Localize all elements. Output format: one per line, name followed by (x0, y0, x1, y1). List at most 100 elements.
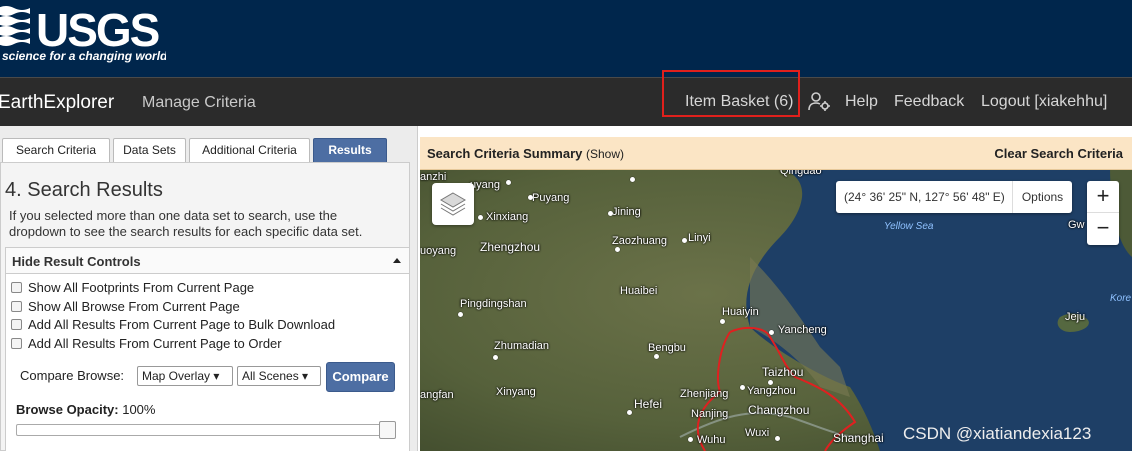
feedback-link[interactable]: Feedback (894, 93, 964, 111)
dropdown-arrow-icon: ▾ (302, 369, 309, 383)
app-title[interactable]: EarthExplorer (0, 92, 114, 114)
layers-button[interactable] (432, 183, 474, 225)
tab-results[interactable]: Results (313, 138, 387, 162)
tab-search-criteria[interactable]: Search Criteria (2, 138, 110, 162)
map-label: Linyi (688, 232, 711, 244)
city-dot (768, 380, 773, 385)
checkbox-label: Add All Results From Current Page to Bul… (28, 317, 336, 332)
add-order-checkbox[interactable]: Add All Results From Current Page to Ord… (11, 336, 282, 354)
summary-title-text: Search Criteria Summary (427, 146, 583, 161)
opacity-slider-handle[interactable] (379, 421, 396, 439)
city-dot (654, 354, 659, 359)
header-banner: USGS science for a changing world (0, 0, 1132, 77)
results-title: 4. Search Results (5, 179, 163, 201)
opacity-value: 100% (122, 402, 156, 417)
map-label: Xinxiang (486, 211, 529, 223)
options-button[interactable]: Options (1012, 181, 1072, 213)
checkbox-icon[interactable] (11, 338, 22, 349)
tab-additional-criteria[interactable]: Additional Criteria (189, 138, 310, 162)
city-dot (528, 195, 533, 200)
logout-link[interactable]: Logout [xiakehhu] (981, 93, 1107, 111)
map-label: Puyang (532, 192, 570, 204)
city-dot (720, 319, 725, 324)
sea-label: Yellow Sea (884, 221, 934, 232)
city-dot (478, 215, 483, 220)
manage-criteria-link[interactable]: Manage Criteria (142, 94, 256, 112)
map-label: Zhenjiang (680, 388, 729, 400)
city-dot (493, 355, 498, 360)
highlight-box (662, 70, 800, 117)
city-dot (775, 436, 780, 441)
map-label: Huaibei (620, 285, 658, 297)
results-pane: 4. Search Results If you selected more t… (0, 162, 410, 451)
city-dot (615, 247, 620, 252)
map-label: Gw (1068, 219, 1085, 231)
map-label: Zaozhuang (612, 235, 668, 247)
search-tabs: Search Criteria Data Sets Additional Cri… (0, 138, 418, 162)
caret-up-icon (393, 258, 401, 263)
city-dot (506, 180, 511, 185)
user-settings-icon[interactable] (808, 91, 832, 113)
scenes-select[interactable]: All Scenes ▾ (237, 366, 321, 386)
map-label: Huaiyin (722, 306, 759, 318)
top-navbar: EarthExplorer Manage Criteria Item Baske… (0, 77, 1132, 126)
show-browse-checkbox[interactable]: Show All Browse From Current Page (11, 299, 240, 317)
search-panel: Search Criteria Data Sets Additional Cri… (0, 126, 418, 451)
compare-button[interactable]: Compare (326, 362, 395, 392)
checkbox-label: Add All Results From Current Page to Ord… (28, 336, 282, 351)
opacity-slider-track[interactable] (16, 424, 396, 436)
result-controls: Hide Result Controls Show All Footprints… (5, 247, 410, 451)
search-criteria-summary-bar: Search Criteria Summary (Show) Clear Sea… (420, 137, 1132, 170)
help-link[interactable]: Help (845, 93, 878, 111)
clear-search-criteria-link[interactable]: Clear Search Criteria (994, 146, 1123, 161)
show-footprints-checkbox[interactable]: Show All Footprints From Current Page (11, 280, 254, 298)
layers-icon (440, 192, 466, 216)
usgs-logo[interactable]: USGS science for a changing world (0, 2, 166, 64)
map-label: Taizhou (762, 365, 804, 379)
map-label: Pingdingshan (460, 298, 527, 310)
map-label: uoyang (420, 245, 457, 257)
checkbox-icon[interactable] (11, 282, 22, 293)
map-label: Jeju (1065, 311, 1086, 323)
hide-result-controls-toggle[interactable]: Hide Result Controls (6, 248, 409, 274)
map-label: Shanghai (833, 431, 884, 445)
select-value: Map Overlay (142, 369, 211, 383)
add-bulk-download-checkbox[interactable]: Add All Results From Current Page to Bul… (11, 317, 335, 335)
map-label: angfan (420, 389, 454, 401)
map-label: Changzhou (748, 403, 810, 417)
opacity-label-text: Browse Opacity: (16, 402, 119, 417)
map-label: Zhengzhou (480, 240, 541, 254)
map-label: Hefei (634, 397, 663, 411)
tab-data-sets[interactable]: Data Sets (113, 138, 186, 162)
map-label: anzhi (420, 171, 447, 183)
checkbox-icon[interactable] (11, 319, 22, 330)
map-label: Yancheng (778, 324, 827, 336)
city-dot (688, 437, 693, 442)
controls-header-label: Hide Result Controls (12, 254, 141, 269)
watermark: CSDN @xiatiandexia123 (903, 424, 1092, 443)
map-label: uyang (470, 179, 500, 191)
map-label: Wuxi (745, 427, 770, 439)
coordinate-readout: (24° 36' 25" N, 127° 56' 48" E) Options (836, 181, 1072, 213)
map-label: Zhumadian (494, 340, 550, 352)
summary-show-link[interactable]: (Show) (586, 147, 624, 161)
svg-text:science for a changing world: science for a changing world (2, 49, 166, 63)
results-description: If you selected more than one data set t… (9, 208, 363, 239)
city-dot (740, 385, 745, 390)
map-label: Wuhu (697, 434, 726, 446)
city-dot (458, 312, 463, 317)
zoom-in-button[interactable]: + (1087, 181, 1119, 213)
zoom-control: + − (1087, 181, 1119, 245)
select-value: All Scenes (242, 369, 299, 383)
map-label: Yangzhou (747, 385, 796, 397)
city-dot (682, 238, 687, 243)
compare-browse-label: Compare Browse: (20, 368, 125, 383)
map-label: Jining (612, 206, 641, 218)
checkbox-icon[interactable] (11, 301, 22, 312)
city-dot (769, 330, 774, 335)
coordinate-text: (24° 36' 25" N, 127° 56' 48" E) (844, 190, 1005, 204)
compare-mode-select[interactable]: Map Overlay ▾ (137, 366, 233, 386)
city-dot (630, 177, 635, 182)
city-dot (627, 410, 632, 415)
zoom-out-button[interactable]: − (1087, 213, 1119, 245)
